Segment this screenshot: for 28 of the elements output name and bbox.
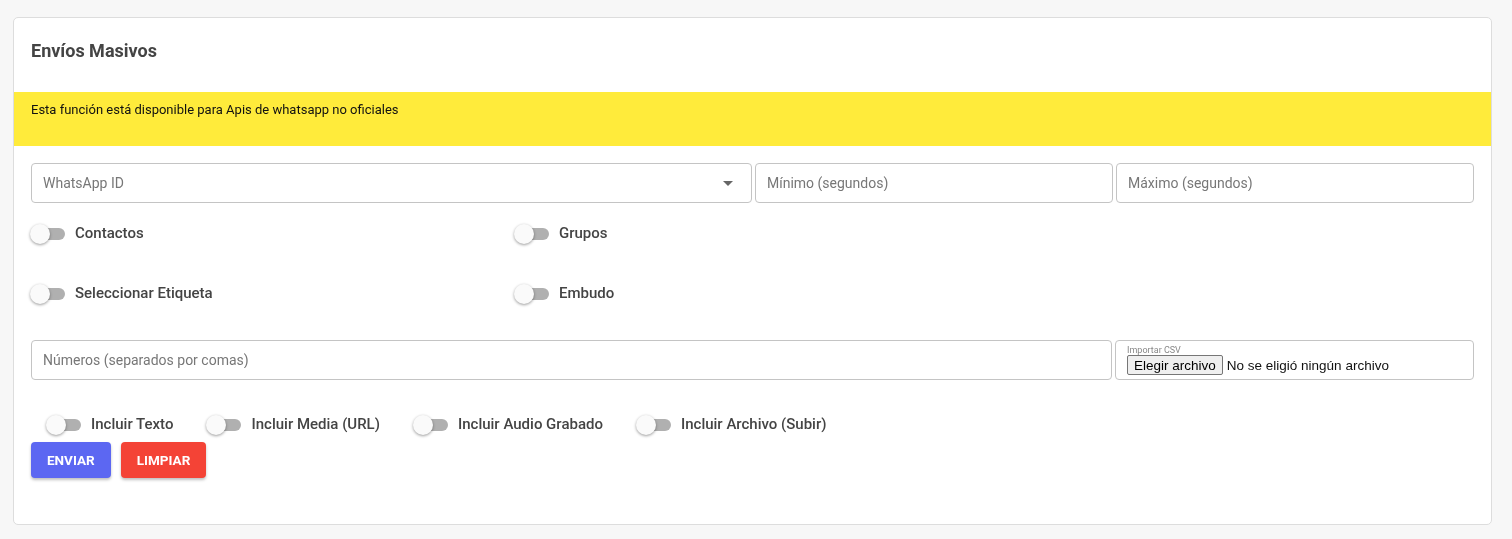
toggle-switch[interactable] — [515, 223, 549, 243]
toggle-switch[interactable] — [636, 414, 671, 434]
toggle-label: Embudo — [559, 284, 615, 302]
input-field[interactable]: Números (separados por comas) — [31, 340, 1112, 380]
toggle-switch[interactable] — [47, 414, 81, 434]
select-field[interactable]: WhatsApp ID — [31, 163, 752, 203]
file-field[interactable]: Importar CSV Elegir archivo No se eligió ningún archivo — [1115, 340, 1474, 380]
toggle-label: Grupos — [559, 224, 608, 242]
toggle-switch[interactable] — [207, 414, 242, 434]
toggle-switch[interactable] — [31, 223, 65, 243]
clear-button[interactable]: LIMPIAR — [120, 442, 207, 478]
dropdown-caret-icon — [723, 180, 733, 186]
toggle-label: Contactos — [75, 224, 144, 242]
toggle-label: Seleccionar Etiqueta — [75, 284, 213, 302]
toggle-label: Incluir Texto — [91, 415, 174, 433]
toggle-switch[interactable] — [515, 283, 549, 303]
page-title: Envíos Masivos — [30, 39, 158, 63]
input-field[interactable]: Máximo (segundos) — [1116, 163, 1474, 203]
toggle-switch[interactable] — [31, 283, 65, 303]
choose-file-button[interactable]: Elegir archivo — [1127, 355, 1223, 375]
toggle-label: Incluir Audio Grabado — [457, 415, 603, 433]
toggle-switch[interactable] — [413, 414, 448, 434]
input-field[interactable]: Mínimo (segundos) — [755, 163, 1113, 203]
send-button[interactable]: ENVIAR — [31, 442, 111, 478]
toggle-label: Incluir Media (URL) — [251, 415, 380, 433]
file-status: No se eligió ningún archivo — [1226, 357, 1389, 373]
toggle-label: Incluir Archivo (Subir) — [680, 415, 827, 433]
notice-banner: Esta función está disponible para Apis de whatsapp no oficiales — [14, 92, 1491, 146]
